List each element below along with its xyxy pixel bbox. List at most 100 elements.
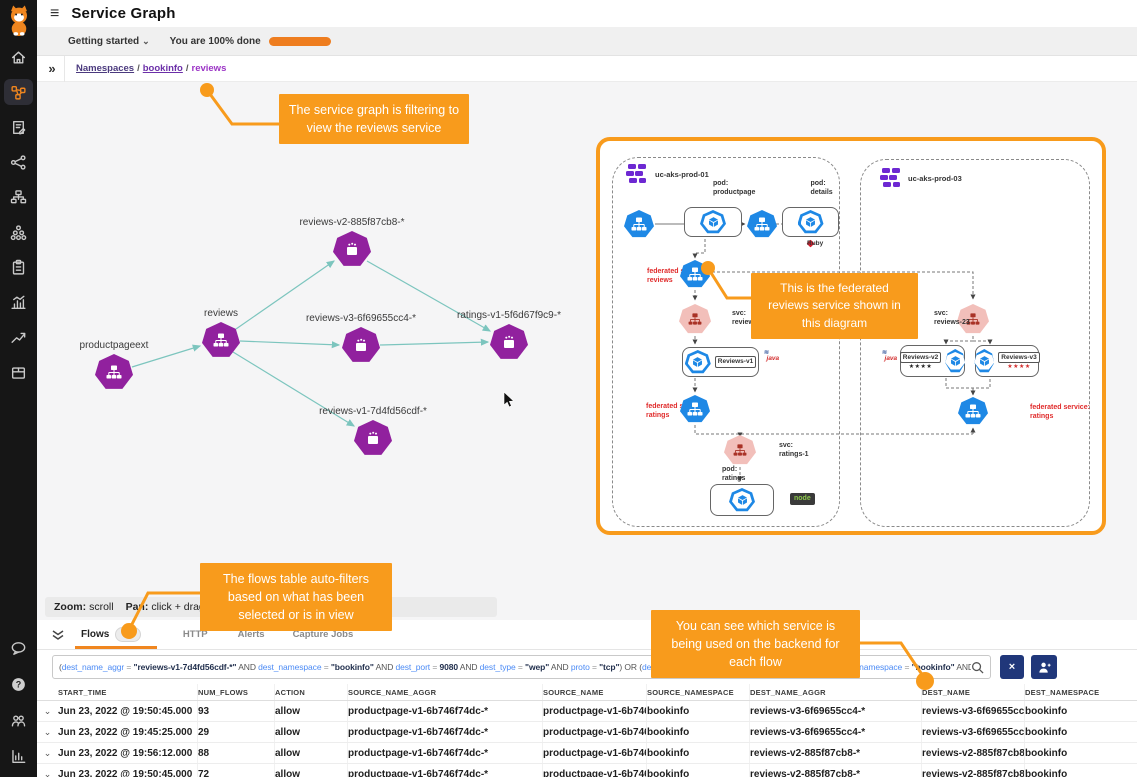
table-cell: 29 bbox=[198, 722, 275, 742]
table-row[interactable]: ⌄Jun 23, 2022 @ 19:45:25.00029allowprodu… bbox=[37, 722, 1137, 743]
pod-details-label: pod:details bbox=[782, 179, 839, 188]
reviews-v3-chip: Reviews-v3 bbox=[998, 352, 1039, 363]
sidebar-item-help[interactable]: ? bbox=[4, 671, 33, 697]
sidebar-item-compliance[interactable] bbox=[4, 254, 33, 280]
breadcrumb-reviews[interactable]: reviews bbox=[192, 63, 227, 74]
replicaset-icon bbox=[365, 431, 381, 446]
row-expand-chevron[interactable]: ⌄ bbox=[37, 701, 58, 721]
breadcrumb-bar: » Namespaces/bookinfo/reviews bbox=[37, 56, 1137, 82]
federated-service-ratings-label: federated service:ratings bbox=[994, 403, 1066, 412]
pod-details-box bbox=[782, 207, 839, 237]
rating-stars: ★★★★ bbox=[1007, 364, 1031, 370]
federated-service-ratings-label: federated service:ratings bbox=[614, 402, 678, 411]
sidebar-item-usage-metrics[interactable] bbox=[4, 743, 33, 769]
expand-panel-button[interactable]: » bbox=[40, 56, 65, 82]
sidebar-item-policies[interactable] bbox=[4, 114, 33, 140]
getting-started-dropdown[interactable]: Getting started⌄ bbox=[68, 36, 150, 47]
row-expand-chevron[interactable]: ⌄ bbox=[37, 743, 58, 763]
service-icon bbox=[213, 333, 229, 347]
graph-node-reviews[interactable]: reviews bbox=[202, 322, 240, 358]
graph-node-reviews-v3[interactable]: reviews-v3-6f69655cc4-* bbox=[342, 327, 380, 363]
graph-node-label: reviews bbox=[204, 308, 238, 319]
sidebar-item-trends[interactable] bbox=[4, 324, 33, 350]
table-header-row: START_TIMENUM_FLOWSACTIONSOURCE_NAME_AGG… bbox=[37, 684, 1137, 701]
graph-node-ratings-v1[interactable]: ratings-v1-5f6d67f9c9-* bbox=[490, 324, 528, 360]
table-cell: Jun 23, 2022 @ 19:45:25.000 bbox=[58, 722, 198, 742]
dashboard-icon bbox=[10, 294, 27, 311]
row-expand-chevron[interactable]: ⌄ bbox=[37, 722, 58, 742]
onboarding-bar: Getting started⌄ You are 100% done bbox=[37, 28, 1137, 56]
table-cell: productpage-v1-6b746… bbox=[543, 722, 647, 742]
graph-node-reviews-v1[interactable]: reviews-v1-7d4fd56cdf-* bbox=[354, 420, 392, 456]
reviews-v2-box: Reviews-v2★★★★ bbox=[900, 345, 965, 377]
table-cell: productpage-v1-6b746f74dc-* bbox=[348, 743, 543, 763]
graph-node-label: reviews-v1-7d4fd56cdf-* bbox=[319, 406, 427, 417]
collapse-panel-button[interactable] bbox=[51, 629, 65, 641]
ruby-logo: Ruby bbox=[807, 240, 814, 247]
sidebar-item-service-graph[interactable] bbox=[4, 79, 33, 105]
filter-token: = bbox=[516, 662, 525, 672]
sidebar-item-flow-visualizations[interactable] bbox=[4, 149, 33, 175]
table-cell: allow bbox=[275, 701, 348, 721]
flows-count-badge: 20 bbox=[115, 627, 140, 641]
table-cell: reviews-v3-6f69655cc… bbox=[922, 722, 1025, 742]
table-cell: productpage-v1-6b746… bbox=[543, 701, 647, 721]
federated-service-reviews-label: federated service:reviews bbox=[616, 267, 678, 276]
hamburger-menu-icon[interactable]: ≡ bbox=[50, 6, 59, 22]
filter-token: "bookinfo" bbox=[912, 662, 955, 672]
clear-filter-button[interactable]: × bbox=[1000, 655, 1024, 679]
flow-visualizations-icon bbox=[10, 154, 27, 171]
tab-flows[interactable]: Flows20 bbox=[81, 627, 141, 641]
calico-cat-logo bbox=[4, 4, 34, 36]
onboarding-progress-bar bbox=[269, 37, 331, 46]
table-row[interactable]: ⌄Jun 23, 2022 @ 19:50:45.00072allowprodu… bbox=[37, 764, 1137, 777]
user-filter-button[interactable] bbox=[1031, 655, 1057, 679]
filter-token: "wep" bbox=[525, 662, 549, 672]
breadcrumb-separator: / bbox=[137, 63, 140, 74]
top-bar: ≡ Service Graph bbox=[37, 0, 1137, 28]
table-cell: allow bbox=[275, 743, 348, 763]
filter-token: "bookinfo" bbox=[331, 662, 374, 672]
row-expand-chevron[interactable]: ⌄ bbox=[37, 764, 58, 777]
callout-flows-filter: The flows table auto-filters based on wh… bbox=[200, 563, 392, 631]
pod-ratings-label: pod:ratings bbox=[702, 465, 742, 474]
sidebar-item-image-assurance[interactable] bbox=[4, 359, 33, 385]
sidebar-item-endpoints[interactable] bbox=[4, 184, 33, 210]
pod-cube-icon bbox=[804, 216, 817, 228]
sidebar-item-clusters[interactable] bbox=[4, 219, 33, 245]
breadcrumb-bookinfo[interactable]: bookinfo bbox=[143, 63, 183, 74]
column-header: START_TIME bbox=[58, 684, 198, 700]
flows-panel: Flows20 HTTP Alerts Capture Jobs (dest_n… bbox=[37, 620, 1137, 777]
table-cell: reviews-v3-6f69655cc4-* bbox=[750, 722, 922, 742]
rating-stars: ★★★★ bbox=[909, 364, 933, 370]
table-cell: reviews-v3-6f69655cc4-* bbox=[750, 701, 922, 721]
filter-token: "reviews-v1-7d4fd56cdf-*" bbox=[134, 662, 237, 672]
table-cell: productpage-v1-6b746… bbox=[543, 764, 647, 777]
table-cell: productpage-v1-6b746f74dc-* bbox=[348, 722, 543, 742]
reviews-v1-box: Reviews-v1 bbox=[682, 347, 759, 377]
filter-token: = bbox=[124, 662, 133, 672]
service-graph-canvas[interactable]: productpageext reviews reviews-v2-885f87… bbox=[37, 82, 1137, 620]
table-cell: bookinfo bbox=[1025, 701, 1137, 721]
table-row[interactable]: ⌄Jun 23, 2022 @ 19:50:45.00093allowprodu… bbox=[37, 701, 1137, 722]
table-row[interactable]: ⌄Jun 23, 2022 @ 19:56:12.00088allowprodu… bbox=[37, 743, 1137, 764]
filter-token: ) OR ( bbox=[619, 662, 642, 672]
column-header: DEST_NAME_AGGR bbox=[750, 684, 922, 700]
endpoints-icon bbox=[10, 189, 27, 206]
filter-token: "tcp" bbox=[599, 662, 619, 672]
java-logo: ≋java bbox=[882, 350, 887, 356]
reviews-v1-chip: Reviews-v1 bbox=[715, 356, 756, 367]
sidebar-item-users[interactable] bbox=[4, 707, 33, 733]
graph-node-label: productpageext bbox=[80, 340, 149, 351]
table-cell: productpage-v1-6b746… bbox=[543, 743, 647, 763]
nodejs-logo: node bbox=[790, 493, 815, 505]
graph-node-productpageext[interactable]: productpageext bbox=[95, 354, 133, 390]
sidebar-item-dashboard[interactable] bbox=[4, 289, 33, 315]
breadcrumb-namespaces[interactable]: Namespaces bbox=[76, 63, 134, 74]
filter-token: proto bbox=[571, 662, 590, 672]
table-cell: Jun 23, 2022 @ 19:50:45.000 bbox=[58, 701, 198, 721]
replicaset-icon bbox=[501, 335, 517, 350]
sidebar-item-home[interactable] bbox=[4, 44, 33, 70]
sidebar-item-chat[interactable] bbox=[4, 635, 33, 661]
graph-node-reviews-v2[interactable]: reviews-v2-885f87cb8-* bbox=[333, 231, 371, 267]
